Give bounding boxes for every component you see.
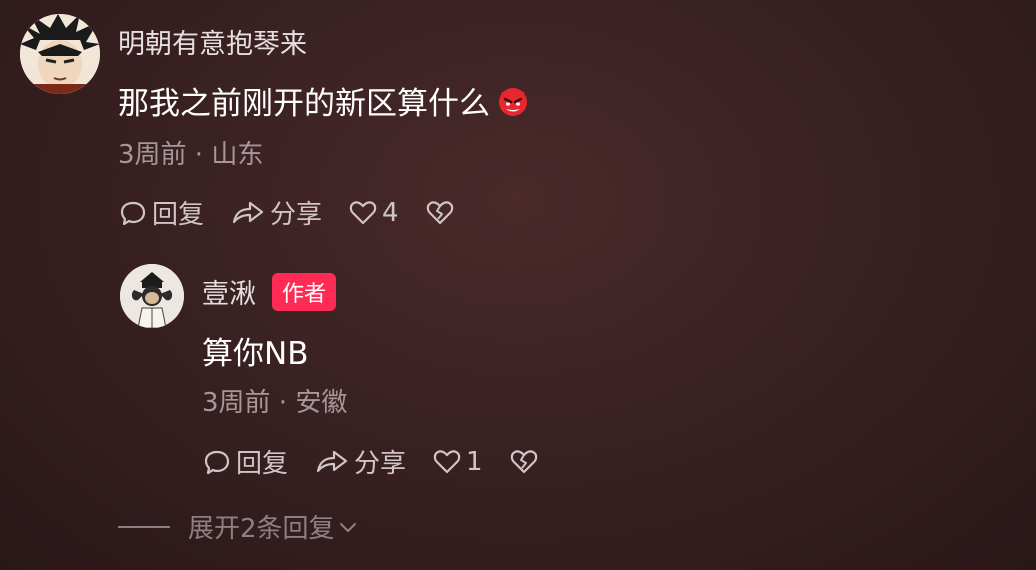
reply-avatar-image <box>120 264 184 328</box>
comment-text: 那我之前刚开的新区算什么 <box>118 86 490 122</box>
reply-actions: 回复 分享 1 <box>202 443 569 480</box>
heart-icon <box>349 200 377 224</box>
expand-label: 展开2条回复 <box>188 514 335 544</box>
reply-text: 算你NB <box>202 336 309 372</box>
author-badge: 作者 <box>272 272 337 311</box>
chevron-down-icon <box>339 522 356 532</box>
reply-label: 回复 <box>152 200 205 230</box>
like-button[interactable]: 4 <box>348 198 399 228</box>
expand-replies-button[interactable]: 展开2条回复 <box>118 508 359 545</box>
speech-bubble-icon <box>120 201 146 225</box>
comment-username[interactable]: 明朝有意抱琴来 <box>118 22 307 61</box>
share-label: 分享 <box>270 200 323 230</box>
reply-avatar[interactable] <box>120 264 184 328</box>
share-arrow-icon <box>232 201 264 223</box>
avatar[interactable] <box>20 14 100 94</box>
reply-meta: 3周前 · 安徽 <box>202 388 348 418</box>
reply-username[interactable]: 壹湫 <box>202 272 256 311</box>
speech-bubble-icon <box>204 450 230 474</box>
comment-meta: 3周前 · 山东 <box>118 140 264 170</box>
dislike-button[interactable] <box>425 198 459 228</box>
like-count: 4 <box>382 197 399 228</box>
reply-share-label: 分享 <box>354 449 407 479</box>
heart-icon <box>433 449 461 473</box>
reply-reply-label: 回复 <box>236 449 289 479</box>
reply-like-button[interactable]: 1 <box>432 447 483 477</box>
reply-button[interactable]: 回复 <box>118 194 204 231</box>
reply-text-row: 算你NB <box>202 328 308 373</box>
share-arrow-icon <box>316 450 348 472</box>
expand-divider <box>118 525 170 528</box>
reply-dislike-button[interactable] <box>509 447 543 477</box>
reply-share-button[interactable]: 分享 <box>314 443 406 480</box>
share-button[interactable]: 分享 <box>230 194 322 231</box>
reply-like-count: 1 <box>466 446 483 477</box>
comment-actions: 回复 分享 4 <box>118 194 485 231</box>
angry-devil-emoji-icon <box>496 84 530 118</box>
avatar-image <box>20 14 100 94</box>
comment-text-row: 那我之前刚开的新区算什么 <box>118 78 530 123</box>
reply-username-row: 壹湫 作者 <box>202 272 337 311</box>
broken-heart-icon <box>426 200 453 224</box>
reply-reply-button[interactable]: 回复 <box>202 443 288 480</box>
broken-heart-icon <box>510 449 537 473</box>
